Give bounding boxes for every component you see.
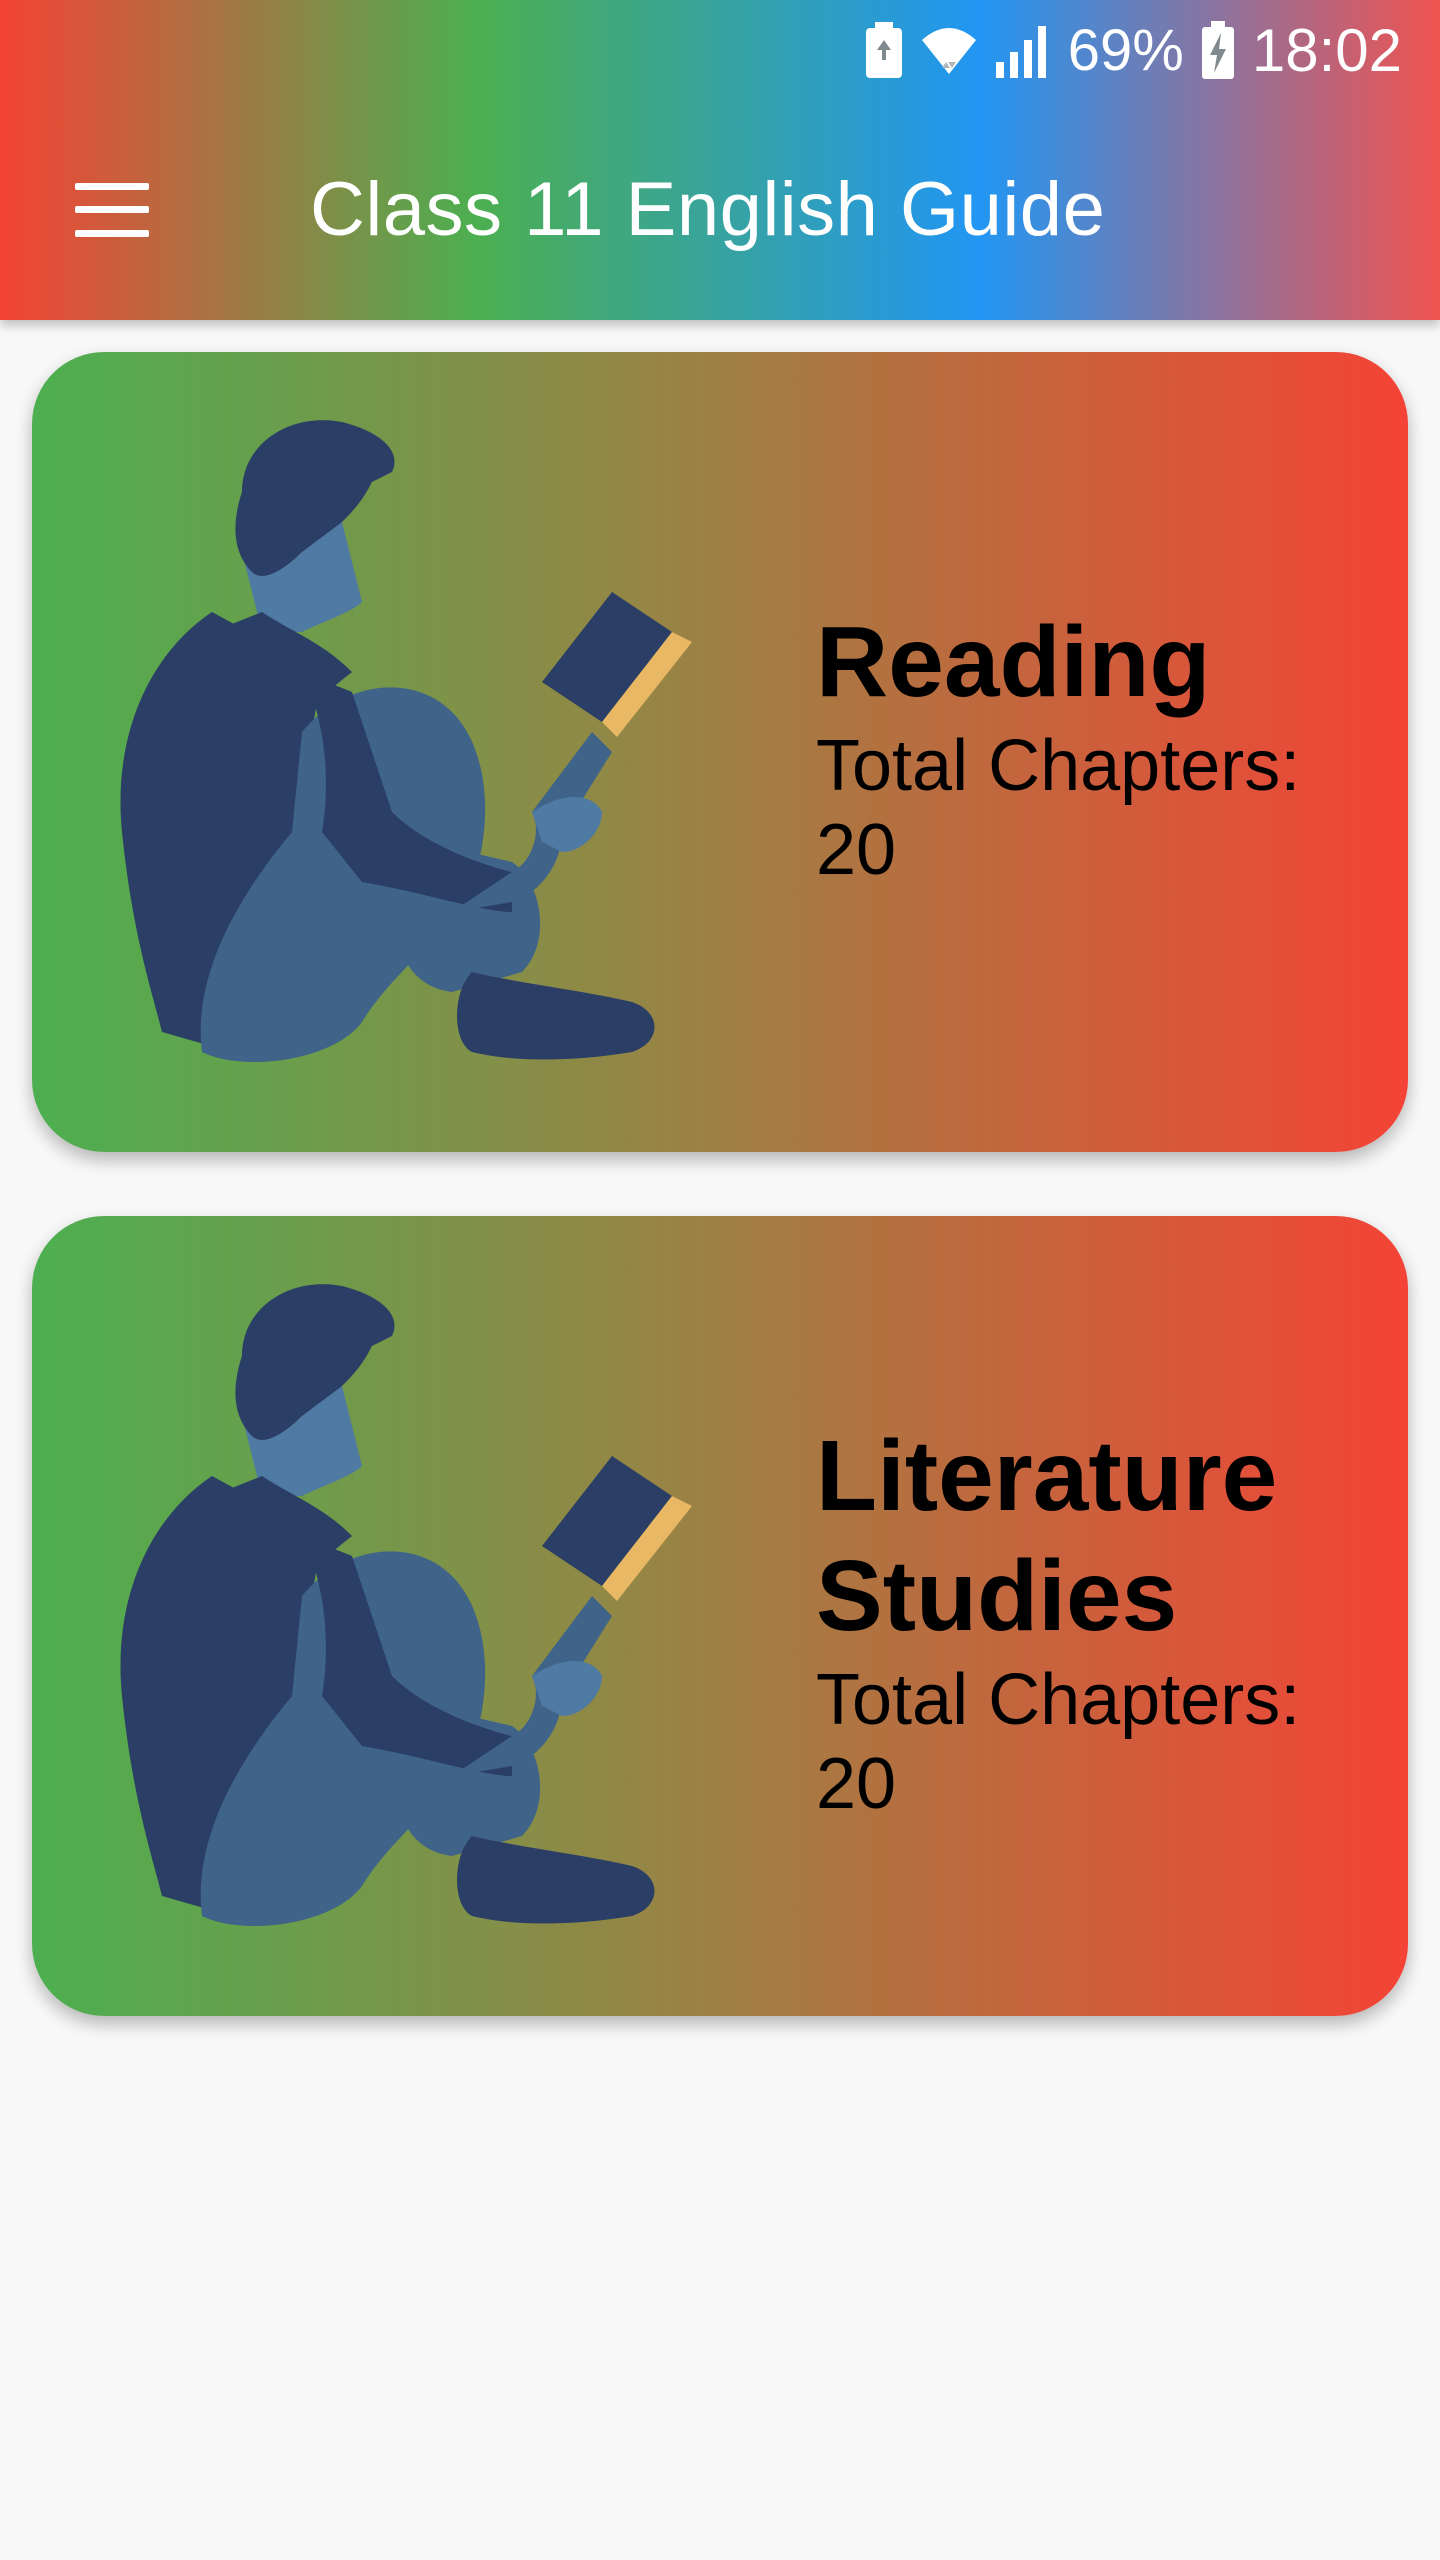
battery-charging-icon [1201, 21, 1234, 79]
battery-saver-icon [865, 22, 902, 78]
status-bar: 69% 18:02 [865, 10, 1402, 90]
menu-button[interactable] [52, 160, 172, 260]
wifi-icon [920, 22, 978, 78]
hamburger-menu-icon [75, 183, 149, 237]
clock: 18:02 [1251, 16, 1402, 84]
app-bar: 69% 18:02 Class 11 English Guide [0, 0, 1440, 320]
card-title: Reading [816, 606, 1211, 718]
card-title: Literature Studies [816, 1420, 1278, 1652]
page-title: Class 11 English Guide [310, 167, 1106, 252]
reading-person-illustration [120, 420, 692, 1062]
reading-card[interactable]: Reading Total Chapters: 20 [32, 352, 1408, 1152]
reading-person-illustration [120, 1284, 692, 1926]
card-subtitle: Total Chapters: 20 [816, 1660, 1301, 1824]
card-subtitle: Total Chapters: 20 [816, 726, 1301, 890]
signal-icon [995, 22, 1050, 78]
literature-studies-card[interactable]: Literature Studies Total Chapters: 20 [32, 1216, 1408, 2016]
battery-percent: 69% [1067, 17, 1184, 83]
